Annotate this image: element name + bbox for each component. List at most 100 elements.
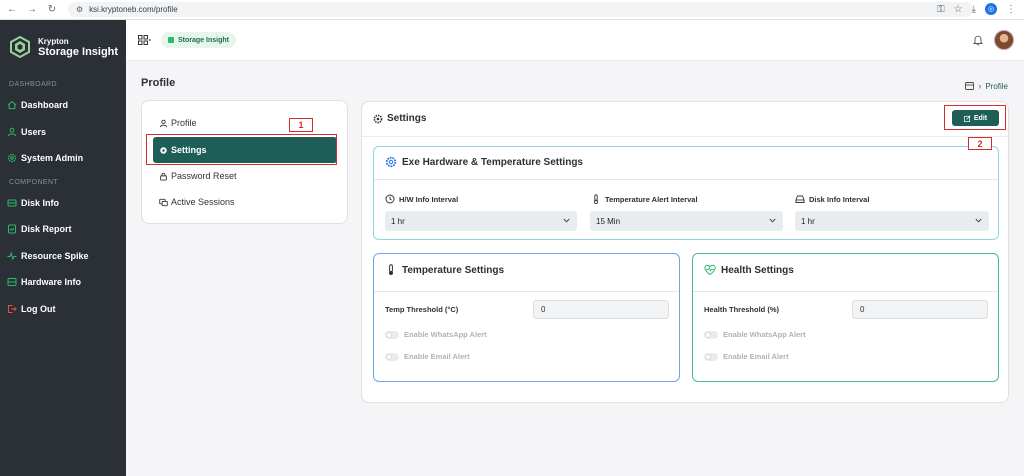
sidebar-item-label: Disk Report	[21, 224, 72, 235]
settings-header: Settings	[373, 113, 426, 124]
url-text: ksi.kryptoneb.com/profile	[89, 5, 178, 14]
heart-pulse-icon	[704, 264, 716, 276]
hardware-settings-header: Exe Hardware & Temperature Settings	[385, 156, 583, 168]
temp-interval-value: 15 Min	[596, 216, 621, 226]
health-settings-title: Health Settings	[721, 264, 794, 276]
temperature-divider	[374, 291, 679, 292]
page-title: Profile	[141, 77, 176, 89]
sidebar-item-log-out[interactable]: Log Out	[0, 296, 126, 323]
thermometer-icon	[389, 264, 393, 275]
health-threshold-input[interactable]: 0	[852, 300, 988, 319]
sidebar-item-users[interactable]: Users	[0, 119, 126, 146]
settings-card: Settings Edit Exe Hardware & Temperature…	[361, 101, 1009, 403]
pulse-icon	[7, 251, 17, 261]
sidebar-item-system-admin[interactable]: System Admin	[0, 145, 126, 172]
hardware-settings-card: Exe Hardware & Temperature Settings H/W …	[373, 146, 999, 240]
sidebar-item-disk-report[interactable]: Disk Report	[0, 216, 126, 243]
health-threshold-value: 0	[860, 305, 865, 314]
brand-line1: Krypton	[38, 36, 69, 46]
menu-item-label: Profile	[171, 118, 197, 128]
breadcrumb-separator-icon: ›	[978, 81, 982, 91]
temperature-settings-card: Temperature Settings Temp Threshold (°C)…	[373, 253, 680, 382]
menu-item-profile[interactable]: Profile	[159, 118, 197, 128]
address-bar[interactable]: ⚙ ksi.kryptoneb.com/profile	[68, 2, 973, 17]
server-icon	[7, 278, 17, 287]
health-email-toggle[interactable]	[704, 352, 718, 361]
browser-nav: ← → ↻	[6, 4, 58, 15]
hw-interval-label: H/W Info Interval	[385, 194, 458, 204]
browser-toolbar: ← → ↻ ⚙ ksi.kryptoneb.com/profile ⚿ ☆ ⤓ …	[0, 0, 1024, 20]
chevron-down-icon	[975, 218, 982, 223]
brand-logo[interactable]: Krypton Storage Insight	[0, 20, 126, 74]
temp-threshold-label-text: Temp Threshold (°C)	[385, 305, 459, 314]
back-icon[interactable]: ←	[6, 4, 18, 15]
annotation-label-1: 1	[289, 118, 313, 132]
user-icon	[8, 127, 16, 136]
user-icon	[159, 119, 168, 127]
temp-threshold-value: 0	[541, 305, 546, 314]
disk-interval-value: 1 hr	[801, 216, 815, 226]
temp-email-label: Enable Email Alert	[404, 352, 470, 361]
user-avatar[interactable]	[994, 30, 1014, 50]
sessions-icon	[159, 198, 168, 206]
gear-icon	[7, 154, 17, 163]
hw-interval-select[interactable]: 1 hr	[385, 211, 577, 231]
reload-icon[interactable]: ↻	[46, 4, 58, 15]
site-info-icon[interactable]: ⚙	[76, 5, 83, 14]
hard-drive-icon	[795, 195, 805, 203]
password-key-icon[interactable]: ⚿	[937, 4, 945, 15]
browser-profile-icon[interactable]: ◎	[985, 3, 997, 15]
app-badge: Storage Insight	[161, 32, 236, 48]
home-icon	[7, 101, 17, 110]
breadcrumb: › Profile	[965, 81, 1008, 91]
report-icon	[8, 224, 16, 234]
breadcrumb-home-icon[interactable]	[965, 82, 975, 90]
disk-icon	[7, 199, 17, 207]
disk-interval-label: Disk Info Interval	[795, 194, 869, 204]
bookmark-star-icon[interactable]: ☆	[954, 4, 963, 15]
sidebar-section-component: COMPONENT	[9, 178, 59, 186]
brand-line2: Storage Insight	[38, 45, 119, 58]
menu-item-password-reset[interactable]: Password Reset	[159, 171, 237, 181]
settings-title: Settings	[387, 113, 427, 124]
health-whatsapp-row: Enable WhatsApp Alert	[704, 330, 806, 339]
temp-interval-label-text: Temperature Alert Interval	[605, 194, 698, 204]
menu-item-active-sessions[interactable]: Active Sessions	[159, 197, 235, 207]
settings-cog-icon	[385, 156, 397, 168]
sidebar-item-label: Log Out	[21, 303, 56, 314]
gear-icon	[373, 114, 383, 123]
sidebar-item-label: System Admin	[21, 153, 84, 164]
temp-threshold-input[interactable]: 0	[533, 300, 669, 319]
sidebar-item-disk-info[interactable]: Disk Info	[0, 190, 126, 217]
sidebar-item-resource-spike[interactable]: Resource Spike	[0, 243, 126, 270]
apps-grid-icon[interactable]	[138, 35, 151, 46]
menu-item-label: Password Reset	[171, 171, 237, 181]
browser-actions: ⚿ ☆ ⤓ ◎ ⋮	[937, 3, 1016, 15]
sidebar-item-label: Hardware Info	[21, 277, 82, 288]
health-threshold-label-text: Health Threshold (%)	[704, 305, 780, 314]
temp-interval-label: Temperature Alert Interval	[591, 194, 698, 204]
clock-icon	[385, 194, 395, 204]
download-icon[interactable]: ⤓	[972, 4, 976, 15]
temp-interval-select[interactable]: 15 Min	[590, 211, 783, 231]
app-badge-label: Storage Insight	[178, 36, 229, 44]
browser-menu-icon[interactable]: ⋮	[1006, 4, 1016, 15]
health-threshold-label: Health Threshold (%)	[704, 305, 779, 314]
sidebar-item-label: Dashboard	[21, 100, 69, 111]
health-email-label: Enable Email Alert	[723, 352, 789, 361]
hw-interval-value: 1 hr	[391, 216, 405, 226]
temp-threshold-label: Temp Threshold (°C)	[385, 305, 458, 314]
sidebar: Krypton Storage Insight DASHBOARD Dashbo…	[0, 20, 126, 476]
sidebar-item-hardware-info[interactable]: Hardware Info	[0, 269, 126, 296]
temp-email-toggle[interactable]	[385, 352, 399, 361]
temp-whatsapp-toggle[interactable]	[385, 330, 399, 339]
bell-icon[interactable]	[972, 34, 984, 46]
health-whatsapp-toggle[interactable]	[704, 330, 718, 339]
hardware-divider	[374, 179, 998, 180]
sidebar-item-label: Disk Info	[21, 197, 60, 208]
disk-interval-select[interactable]: 1 hr	[795, 211, 989, 231]
forward-icon[interactable]: →	[26, 4, 38, 15]
sidebar-item-dashboard[interactable]: Dashboard	[0, 92, 126, 119]
logout-icon	[8, 304, 17, 313]
sidebar-item-label: Resource Spike	[21, 250, 89, 261]
